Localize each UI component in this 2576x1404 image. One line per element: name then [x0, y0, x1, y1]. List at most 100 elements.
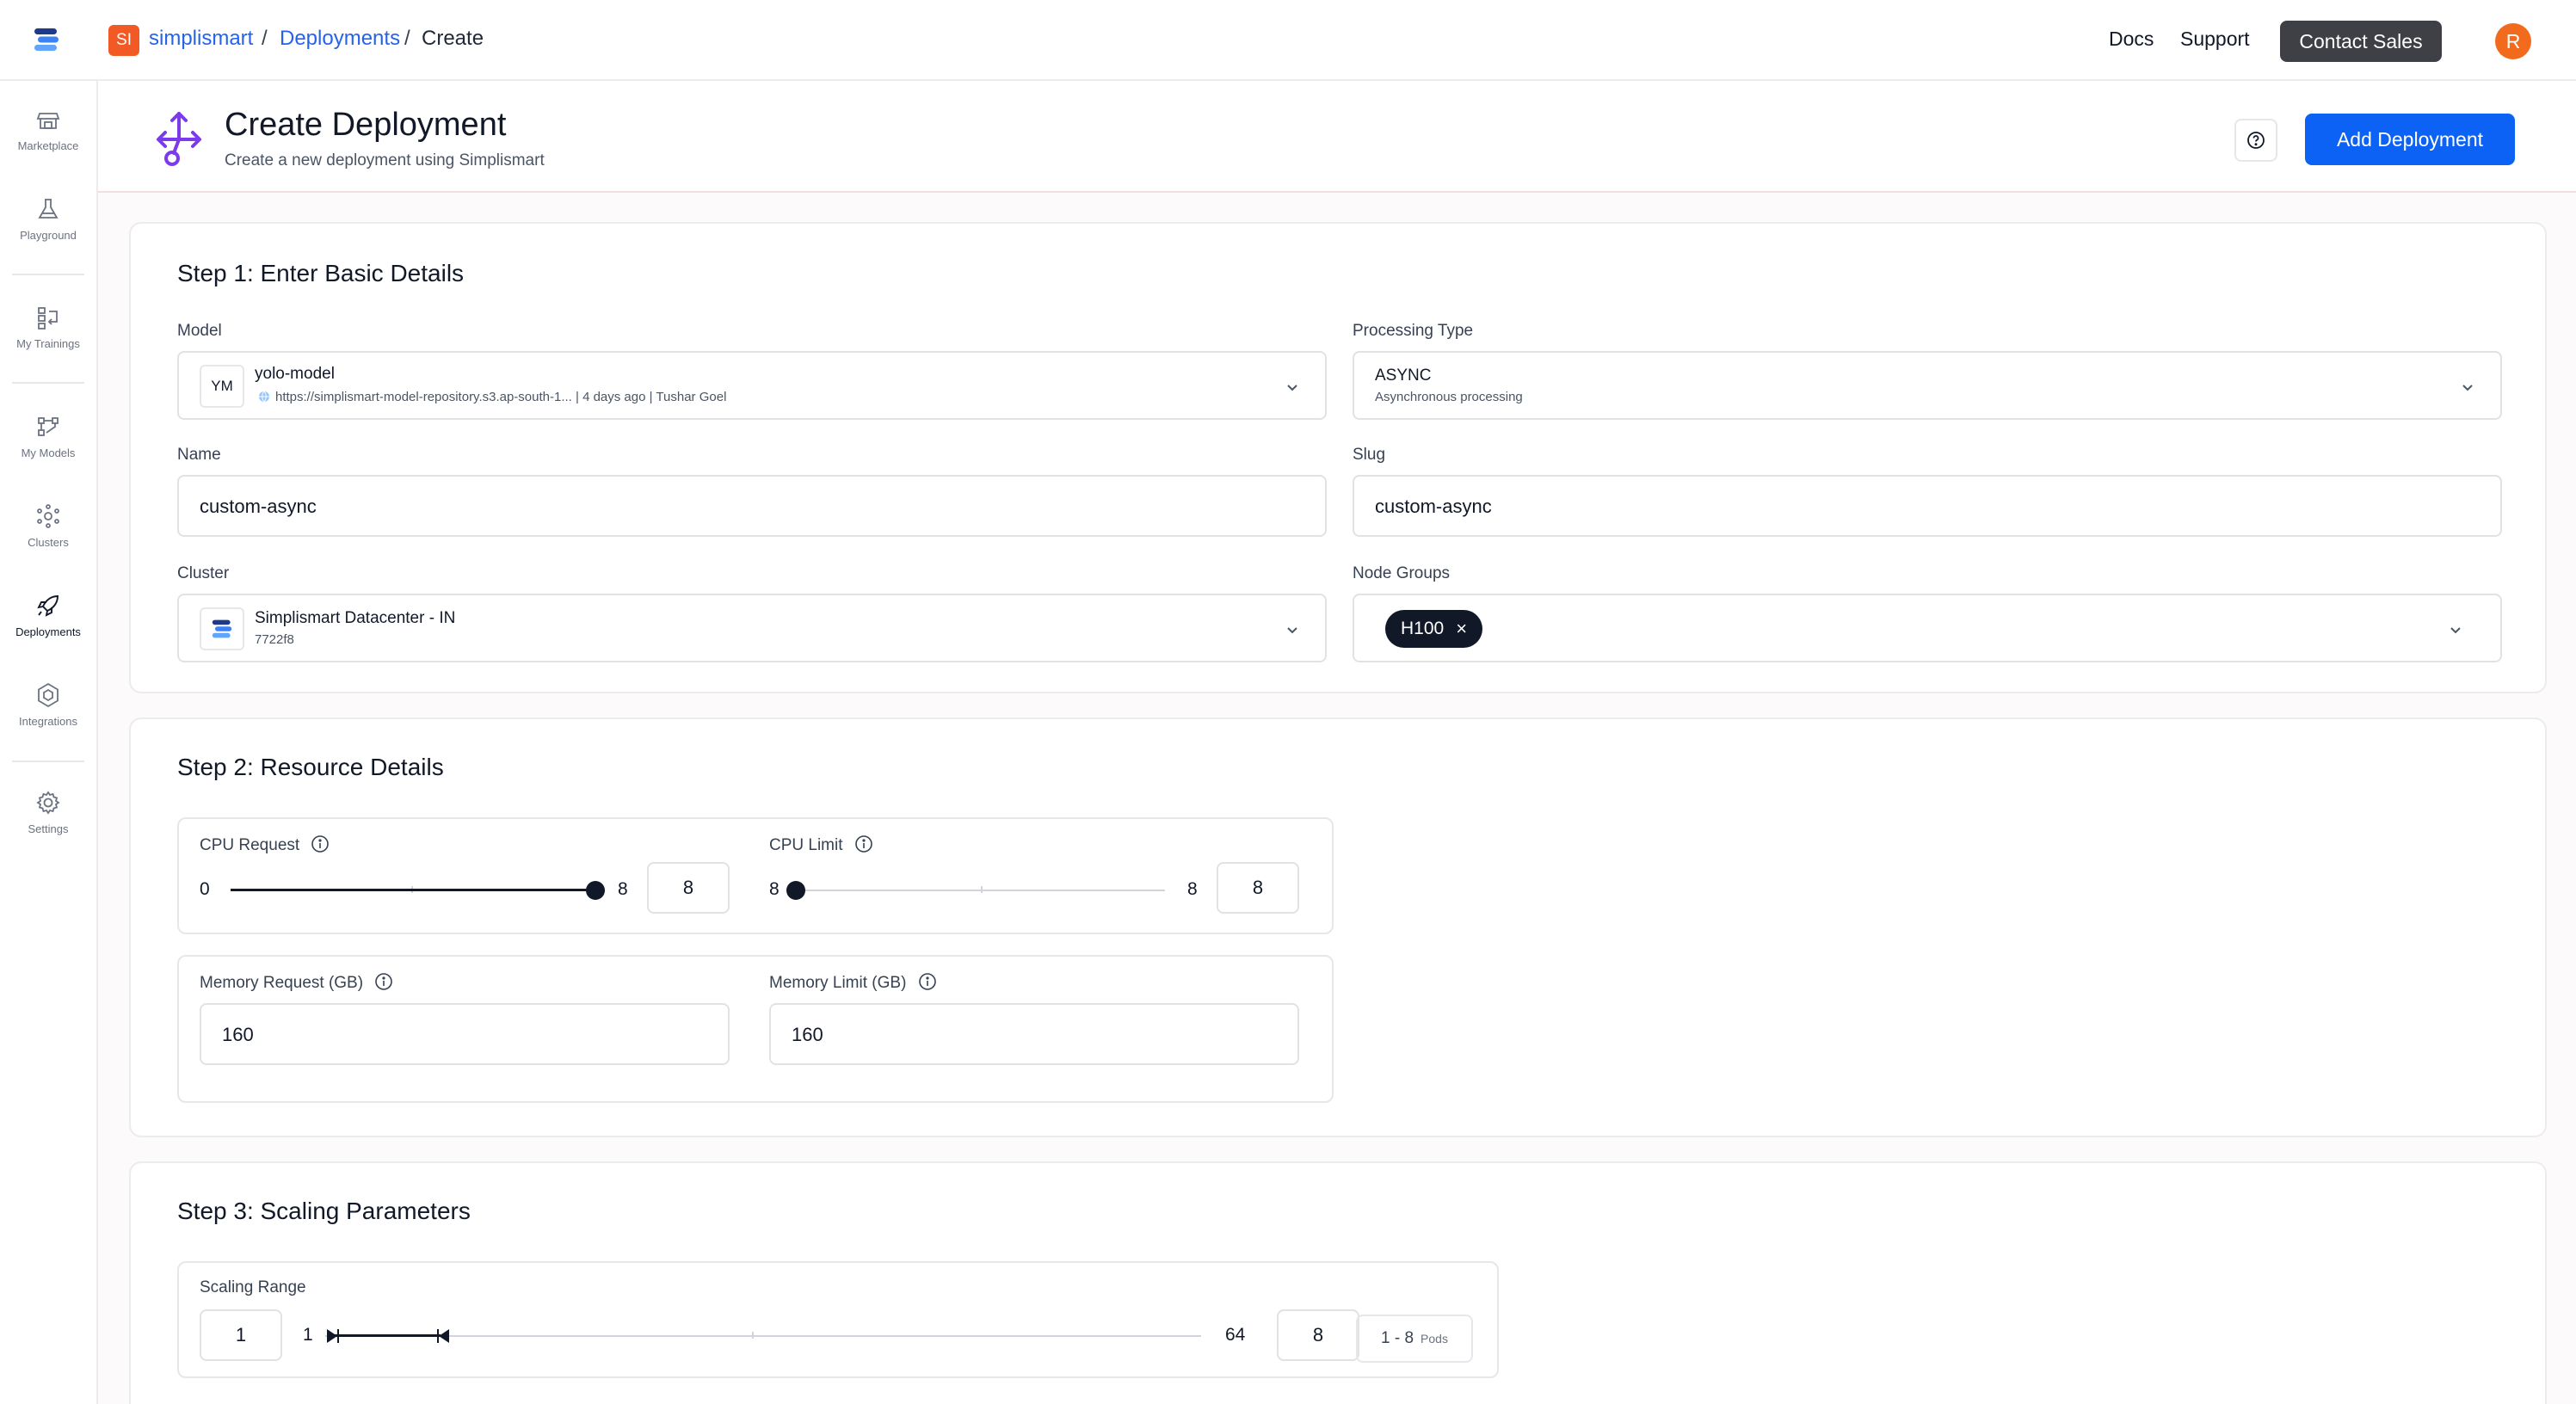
sidebar-item-label: Playground	[20, 229, 77, 242]
cpu-limit-label: CPU Limit	[769, 834, 873, 855]
memory-limit-value: 160	[792, 1024, 823, 1045]
simplismart-logo-icon[interactable]	[29, 22, 64, 57]
info-icon[interactable]	[311, 834, 330, 853]
cpu-limit-label-text: CPU Limit	[769, 836, 843, 854]
cpu-limit-thumb[interactable]	[786, 881, 805, 900]
deployment-header-icon	[157, 112, 201, 166]
sidebar-item-label: Clusters	[28, 536, 69, 549]
page-header: Create Deployment Create a new deploymen…	[98, 81, 2576, 193]
sidebar-item-deployments[interactable]: Deployments	[0, 591, 96, 638]
scaling-range-track[interactable]	[325, 1335, 1201, 1337]
cpu-request-label: CPU Request	[200, 834, 330, 855]
sidebar: Marketplace Playground My Trainings My M…	[0, 81, 98, 1404]
breadcrumb-deployments[interactable]: Deployments	[280, 27, 400, 51]
name-input[interactable]: custom-async	[177, 475, 1327, 537]
model-select[interactable]: YM yolo-model https://simplismart-model-…	[177, 351, 1327, 420]
rocket-icon	[37, 595, 59, 617]
name-input-value: custom-async	[200, 496, 317, 517]
chip-remove-icon[interactable]: ×	[1456, 618, 1467, 640]
scaling-range-min: 1	[303, 1325, 313, 1345]
sidebar-item-label: My Trainings	[16, 337, 80, 350]
cpu-limit-min: 8	[769, 879, 780, 899]
cluster-name: Simplismart Datacenter - IN	[255, 609, 456, 627]
node-groups-label: Node Groups	[1353, 564, 1451, 582]
cpu-limit-input[interactable]: 8	[1217, 862, 1299, 914]
scaling-max-handle-icon[interactable]	[434, 1327, 453, 1346]
content-area: Step 1: Enter Basic Details Model YM yol…	[98, 193, 2576, 1404]
cluster-id: 7722f8	[255, 632, 294, 647]
step3-title: Step 3: Scaling Parameters	[177, 1198, 471, 1224]
cluster-select[interactable]: Simplismart Datacenter - IN 7722f8	[177, 594, 1327, 662]
memory-limit-label-text: Memory Limit (GB)	[769, 974, 907, 992]
support-link[interactable]: Support	[2180, 28, 2250, 51]
memory-request-label-text: Memory Request (GB)	[200, 974, 364, 992]
docs-link[interactable]: Docs	[2109, 28, 2154, 51]
scaling-range-fill	[330, 1334, 441, 1337]
cpu-request-label-text: CPU Request	[200, 836, 300, 854]
breadcrumb-separator: /	[404, 27, 410, 50]
model-name: yolo-model	[255, 365, 335, 383]
memory-request-value: 160	[222, 1024, 254, 1045]
processing-type-select[interactable]: ASYNC Asynchronous processing	[1353, 351, 2502, 420]
sidebar-divider	[12, 274, 84, 275]
slider-tick	[752, 1332, 754, 1339]
step3-card: Step 3: Scaling Parameters Scaling Range…	[129, 1161, 2547, 1404]
slug-input[interactable]: custom-async	[1353, 475, 2502, 537]
memory-limit-label: Memory Limit (GB)	[769, 972, 937, 993]
cpu-limit-track[interactable]	[795, 890, 1165, 891]
step2-title: Step 2: Resource Details	[177, 754, 444, 780]
sidebar-item-playground[interactable]: Playground	[0, 194, 96, 242]
processing-type-description: Asynchronous processing	[1375, 390, 1523, 404]
cpu-request-max: 8	[618, 879, 628, 899]
user-avatar[interactable]: R	[2495, 23, 2531, 59]
step1-title: Step 1: Enter Basic Details	[177, 260, 465, 286]
memory-card: Memory Request (GB) 160 Memory Limit (GB…	[177, 955, 1334, 1103]
flask-icon	[38, 199, 59, 219]
cpu-request-thumb[interactable]	[586, 881, 605, 900]
sidebar-item-settings[interactable]: Settings	[0, 788, 96, 835]
scaling-min-input[interactable]: 1	[200, 1309, 282, 1361]
page-title: Create Deployment	[225, 107, 507, 143]
trainings-icon	[38, 307, 58, 329]
sidebar-item-clusters[interactable]: Clusters	[0, 502, 96, 549]
scaling-summary: 1 - 8	[1381, 1329, 1414, 1347]
chevron-down-icon	[1287, 627, 1297, 634]
sidebar-item-my-trainings[interactable]: My Trainings	[0, 303, 96, 350]
memory-request-input[interactable]: 160	[200, 1003, 730, 1065]
info-icon[interactable]	[918, 972, 937, 991]
scaling-range-max: 64	[1225, 1325, 1246, 1345]
help-button[interactable]	[2234, 119, 2277, 162]
node-groups-select[interactable]: H100 ×	[1353, 594, 2502, 662]
name-label: Name	[177, 446, 221, 464]
scaling-summary-badge: 1 - 8 Pods	[1356, 1315, 1473, 1363]
cpu-request-fill	[231, 889, 595, 891]
sidebar-item-label: Integrations	[19, 715, 77, 728]
scaling-max-input[interactable]: 8	[1277, 1309, 1359, 1361]
clusters-icon	[37, 504, 59, 528]
sidebar-item-my-models[interactable]: My Models	[0, 412, 96, 459]
breadcrumb-org[interactable]: simplismart	[149, 27, 253, 51]
simplismart-logo-icon	[212, 619, 232, 638]
gear-icon	[36, 791, 60, 815]
node-group-chip-label: H100	[1401, 619, 1445, 638]
cpu-limit-max: 8	[1187, 879, 1198, 899]
cluster-logo	[200, 607, 244, 650]
cpu-request-min: 0	[200, 879, 210, 899]
sidebar-item-marketplace[interactable]: Marketplace	[0, 105, 96, 152]
sidebar-item-label: Settings	[28, 822, 69, 835]
model-avatar: YM	[200, 365, 244, 408]
contact-sales-button[interactable]: Contact Sales	[2280, 21, 2442, 62]
sidebar-divider	[12, 382, 84, 384]
memory-request-label: Memory Request (GB)	[200, 972, 393, 993]
add-deployment-button[interactable]: Add Deployment	[2305, 114, 2515, 165]
memory-limit-input[interactable]: 160	[769, 1003, 1299, 1065]
info-icon[interactable]	[374, 972, 393, 991]
scaling-min-handle-icon[interactable]	[324, 1327, 342, 1346]
org-badge[interactable]: SI	[108, 25, 139, 56]
top-bar: SI simplismart / Deployments / Create Do…	[0, 0, 2576, 81]
info-icon[interactable]	[854, 834, 873, 853]
sidebar-item-integrations[interactable]: Integrations	[0, 680, 96, 728]
model-meta: https://simplismart-model-repository.s3.…	[275, 390, 727, 404]
cpu-request-input[interactable]: 8	[647, 862, 730, 914]
integrations-icon	[38, 682, 59, 708]
